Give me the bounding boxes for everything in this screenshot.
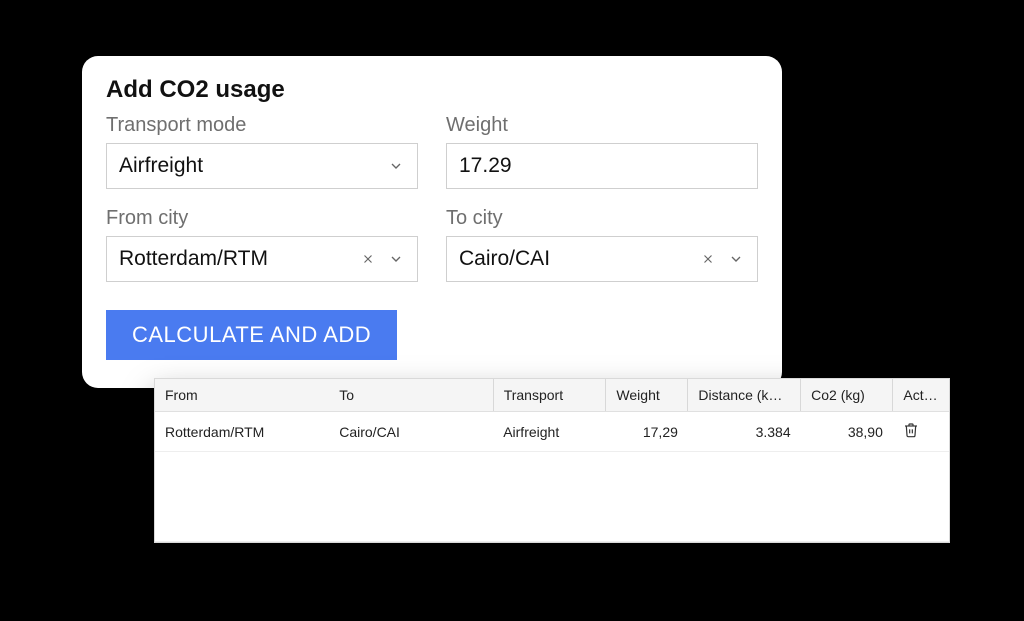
th-to: To: [329, 379, 493, 412]
chevron-down-icon: [387, 157, 405, 175]
clear-icon[interactable]: [359, 250, 377, 268]
co2-form-card: Add CO2 usage Transport mode Airfreight …: [82, 56, 782, 388]
transport-mode-value: Airfreight: [119, 154, 381, 178]
to-city-value: Cairo/CAI: [459, 247, 699, 271]
cell-to: Cairo/CAI: [329, 412, 493, 452]
cell-distance: 3.384: [688, 412, 801, 452]
from-city-value: Rotterdam/RTM: [119, 247, 359, 271]
clear-icon[interactable]: [699, 250, 717, 268]
cell-weight: 17,29: [606, 412, 688, 452]
chevron-down-icon: [727, 250, 745, 268]
th-co2: Co2 (kg): [801, 379, 893, 412]
transport-mode-field: Transport mode Airfreight: [106, 114, 418, 189]
to-city-field: To city Cairo/CAI: [446, 207, 758, 282]
table-row: Rotterdam/RTM Cairo/CAI Airfreight 17,29…: [155, 412, 949, 452]
chevron-down-icon: [387, 250, 405, 268]
weight-label: Weight: [446, 114, 758, 137]
th-transport: Transport: [493, 379, 606, 412]
transport-mode-label: Transport mode: [106, 114, 418, 137]
weight-field: Weight 17.29: [446, 114, 758, 189]
table-header-row: From To Transport Weight Distance (k… Co…: [155, 379, 949, 412]
results-table-card: From To Transport Weight Distance (k… Co…: [154, 378, 950, 543]
results-table: From To Transport Weight Distance (k… Co…: [155, 379, 949, 542]
from-city-field: From city Rotterdam/RTM: [106, 207, 418, 282]
trash-icon[interactable]: [903, 422, 919, 438]
cell-transport: Airfreight: [493, 412, 606, 452]
from-city-select[interactable]: Rotterdam/RTM: [106, 236, 418, 282]
form-title: Add CO2 usage: [106, 76, 758, 104]
cell-co2: 38,90: [801, 412, 893, 452]
calculate-and-add-button[interactable]: CALCULATE AND ADD: [106, 310, 397, 360]
th-weight: Weight: [606, 379, 688, 412]
cell-from: Rotterdam/RTM: [155, 412, 329, 452]
weight-input[interactable]: 17.29: [446, 143, 758, 189]
from-city-label: From city: [106, 207, 418, 230]
th-from: From: [155, 379, 329, 412]
th-actions: Act…: [893, 379, 949, 412]
to-city-select[interactable]: Cairo/CAI: [446, 236, 758, 282]
field-row-1: Transport mode Airfreight Weight 17.29: [106, 114, 758, 189]
cell-actions: [893, 412, 949, 452]
weight-value: 17.29: [459, 154, 512, 178]
th-distance: Distance (k…: [688, 379, 801, 412]
to-city-label: To city: [446, 207, 758, 230]
table-empty-space: [155, 452, 949, 542]
field-row-2: From city Rotterdam/RTM To city Cairo/CA…: [106, 207, 758, 282]
transport-mode-select[interactable]: Airfreight: [106, 143, 418, 189]
